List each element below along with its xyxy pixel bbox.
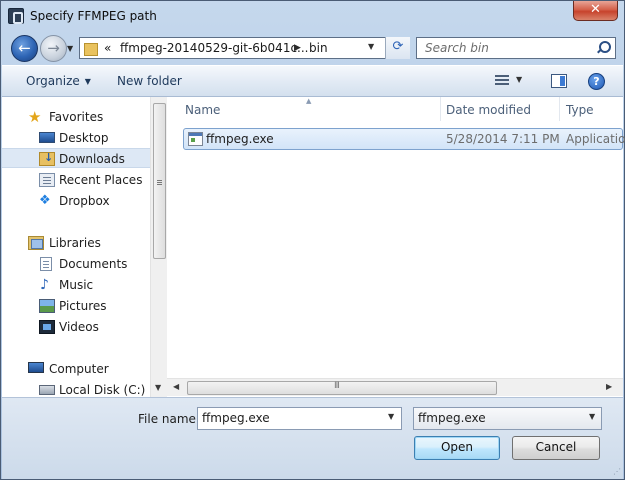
recent-places-icon [39,173,55,187]
organize-label: Organize [26,74,80,88]
desktop-icon [39,132,55,143]
computer-icon [28,362,44,373]
dialog-footer: File name: ffmpeg.exe ▼ ffmpeg.exe ▼ Ope… [2,397,623,479]
close-button[interactable]: ✕ [573,1,618,21]
search-input[interactable]: Search bin [416,37,616,59]
star-icon: ★ [28,108,42,126]
organize-button[interactable]: Organize ▼ [26,74,91,88]
nav-item-documents[interactable]: Documents [2,254,150,274]
refresh-icon: ⟳ [392,39,404,54]
breadcrumb-separator-icon[interactable]: ▶ [294,43,301,53]
view-dropdown-icon[interactable]: ▼ [516,75,522,84]
dialog-window: Specify FFMPEG path ✕ ← → ▼ « ffmpeg-201… [0,0,625,480]
recent-pages-dropdown-icon[interactable]: ▼ [67,44,77,54]
command-bar: Organize ▼ New folder ▼ ? [2,65,623,97]
file-horizontal-scrollbar[interactable]: ◀ ▶ [167,378,623,396]
nav-item-dropbox[interactable]: ❖ Dropbox [2,191,150,211]
back-button[interactable]: ← [11,35,38,62]
address-segment-parent[interactable]: ffmpeg-20140529-git-6b041c... [120,41,309,55]
nav-computer[interactable]: Computer [2,359,150,379]
column-header-type[interactable]: Type [560,97,623,121]
nav-item-recent-places[interactable]: Recent Places [2,170,150,190]
nav-item-downloads[interactable]: Downloads [2,148,150,168]
disk-drive-icon [39,385,55,395]
navigation-pane: ★ Favorites Desktop Downloads Recent Pla… [2,97,167,397]
column-date-label: Date modified [446,103,532,117]
nav-item-label: Documents [59,257,128,271]
column-header-name[interactable]: Name ▲ [167,97,440,121]
change-view-icon[interactable] [495,74,511,88]
file-row-ffmpeg[interactable]: ffmpeg.exe 5/28/2014 7:11 PM Application [183,128,625,150]
nav-item-videos[interactable]: Videos [2,317,150,337]
search-placeholder: Search bin [425,41,489,55]
nav-favorites[interactable]: ★ Favorites [2,107,150,127]
nav-item-label: Local Disk (C:) [59,383,146,397]
documents-icon [40,257,52,271]
help-icon[interactable]: ? [588,73,605,90]
nav-libraries[interactable]: Libraries [2,233,150,253]
nav-item-label: Recent Places [59,173,143,187]
address-bar[interactable]: « ffmpeg-20140529-git-6b041c... ▶ bin ▼ … [79,37,410,59]
dropbox-icon: ❖ [39,193,51,208]
file-name-input[interactable]: ffmpeg.exe [197,407,402,430]
nav-scroll-thumb[interactable] [153,103,166,259]
new-folder-button[interactable]: New folder [117,74,182,88]
address-segment-current[interactable]: bin [309,41,328,55]
column-header-date[interactable]: Date modified [441,97,559,121]
nav-item-label: Music [59,278,94,292]
column-type-label: Type [566,103,594,117]
downloads-icon [39,151,55,166]
scroll-left-arrow-icon[interactable]: ◀ [173,382,179,391]
nav-computer-label: Computer [49,362,109,376]
app-icon [8,8,24,24]
nav-item-label: Pictures [59,299,107,313]
file-name-dropdown-icon[interactable]: ▼ [388,412,394,421]
scroll-down-arrow-icon[interactable]: ▼ [155,383,161,392]
cancel-button[interactable]: Cancel [512,436,600,460]
file-type-select[interactable]: ffmpeg.exe [413,407,602,430]
forward-arrow-icon: → [47,39,60,57]
resize-grip-icon[interactable]: ⋰ [613,467,621,476]
file-name-cell: ffmpeg.exe [206,132,274,146]
address-overflow[interactable]: « [104,41,111,55]
nav-item-desktop[interactable]: Desktop [2,128,150,148]
nav-item-music[interactable]: ♪ Music [2,275,150,295]
file-date-cell: 5/28/2014 7:11 PM [446,132,560,146]
horizontal-scroll-thumb[interactable] [187,381,497,395]
file-list-pane: Name ▲ Date modified Type ffmpeg.exe 5/2… [167,97,625,397]
videos-icon [39,320,55,334]
file-name-label: File name: [138,412,200,426]
libraries-icon [28,236,44,250]
chevron-down-icon: ▼ [84,77,91,86]
nav-vertical-scrollbar[interactable]: ▼ [150,97,167,397]
nav-item-pictures[interactable]: Pictures [2,296,150,316]
title-bar[interactable]: Specify FFMPEG path ✕ [1,1,624,31]
file-type-cell: Application [566,132,625,146]
nav-favorites-label: Favorites [49,110,104,124]
refresh-button[interactable]: ⟳ [385,37,410,59]
nav-item-label: Videos [59,320,99,334]
open-button[interactable]: Open [414,436,500,460]
application-file-icon [188,132,203,146]
address-dropdown-icon[interactable]: ▼ [368,42,374,51]
nav-item-label: Dropbox [59,194,110,208]
pictures-icon [39,299,55,313]
folder-icon [84,41,98,56]
back-arrow-icon: ← [18,39,31,57]
music-icon: ♪ [40,277,49,293]
nav-item-label: Desktop [59,131,109,145]
window-title: Specify FFMPEG path [30,9,157,23]
sort-ascending-icon: ▲ [306,97,312,105]
file-type-dropdown-icon[interactable]: ▼ [589,412,595,421]
forward-button[interactable]: → [40,35,67,62]
column-name-label: Name [185,103,221,117]
nav-item-label: Downloads [59,152,125,166]
search-icon[interactable] [596,41,611,55]
preview-pane-icon[interactable] [551,74,567,88]
nav-libraries-label: Libraries [49,236,101,250]
scroll-right-arrow-icon[interactable]: ▶ [606,382,612,391]
